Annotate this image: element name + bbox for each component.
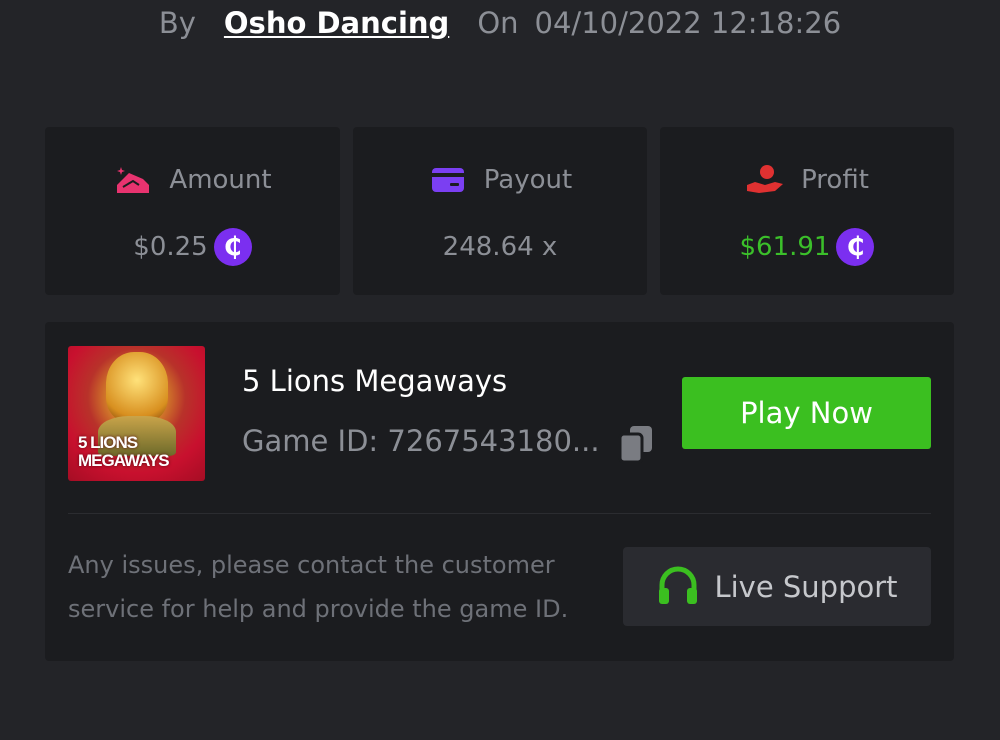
amount-icon (113, 163, 153, 197)
coin-icon: ₵ (836, 228, 875, 266)
on-label: On (477, 6, 519, 40)
lion-statue-image (106, 352, 168, 422)
hand-coin-icon (745, 163, 785, 197)
profit-value: $61.91 (739, 232, 831, 262)
payout-label: Payout (483, 165, 573, 195)
headset-icon (656, 565, 700, 609)
copy-icon[interactable] (618, 424, 656, 464)
amount-card: Amount $0.25 ₵ (45, 127, 340, 295)
card-icon (428, 163, 468, 197)
live-support-label: Live Support (714, 569, 898, 604)
game-thumbnail[interactable]: 5 LIONS MEGAWAYS (68, 346, 205, 481)
game-id: Game ID: 7267543180... (242, 424, 600, 458)
game-title: 5 Lions Megaways (242, 364, 508, 398)
by-label: By (158, 6, 196, 40)
bet-byline: By Osho Dancing On 04/10/2022 12:18:26 (0, 0, 1000, 46)
amount-label: Amount (169, 165, 272, 195)
user-link[interactable]: Osho Dancing (224, 6, 449, 40)
payout-card: Payout 248.64 x (353, 127, 647, 295)
live-support-button[interactable]: Live Support (623, 547, 931, 626)
play-now-button[interactable]: Play Now (682, 377, 931, 449)
game-card: 5 LIONS MEGAWAYS 5 Lions Megaways Game I… (45, 322, 954, 661)
coin-icon: ₵ (213, 228, 252, 266)
payout-value: 248.64 x (442, 232, 558, 262)
divider (68, 513, 931, 514)
bet-datetime: 04/10/2022 12:18:26 (534, 6, 842, 40)
amount-value: $0.25 (133, 232, 208, 262)
profit-label: Profit (801, 165, 869, 195)
profit-card: Profit $61.91 ₵ (660, 127, 954, 295)
help-text: Any issues, please contact the customer … (68, 551, 569, 623)
game-logo: 5 LIONS MEGAWAYS (78, 433, 170, 470)
